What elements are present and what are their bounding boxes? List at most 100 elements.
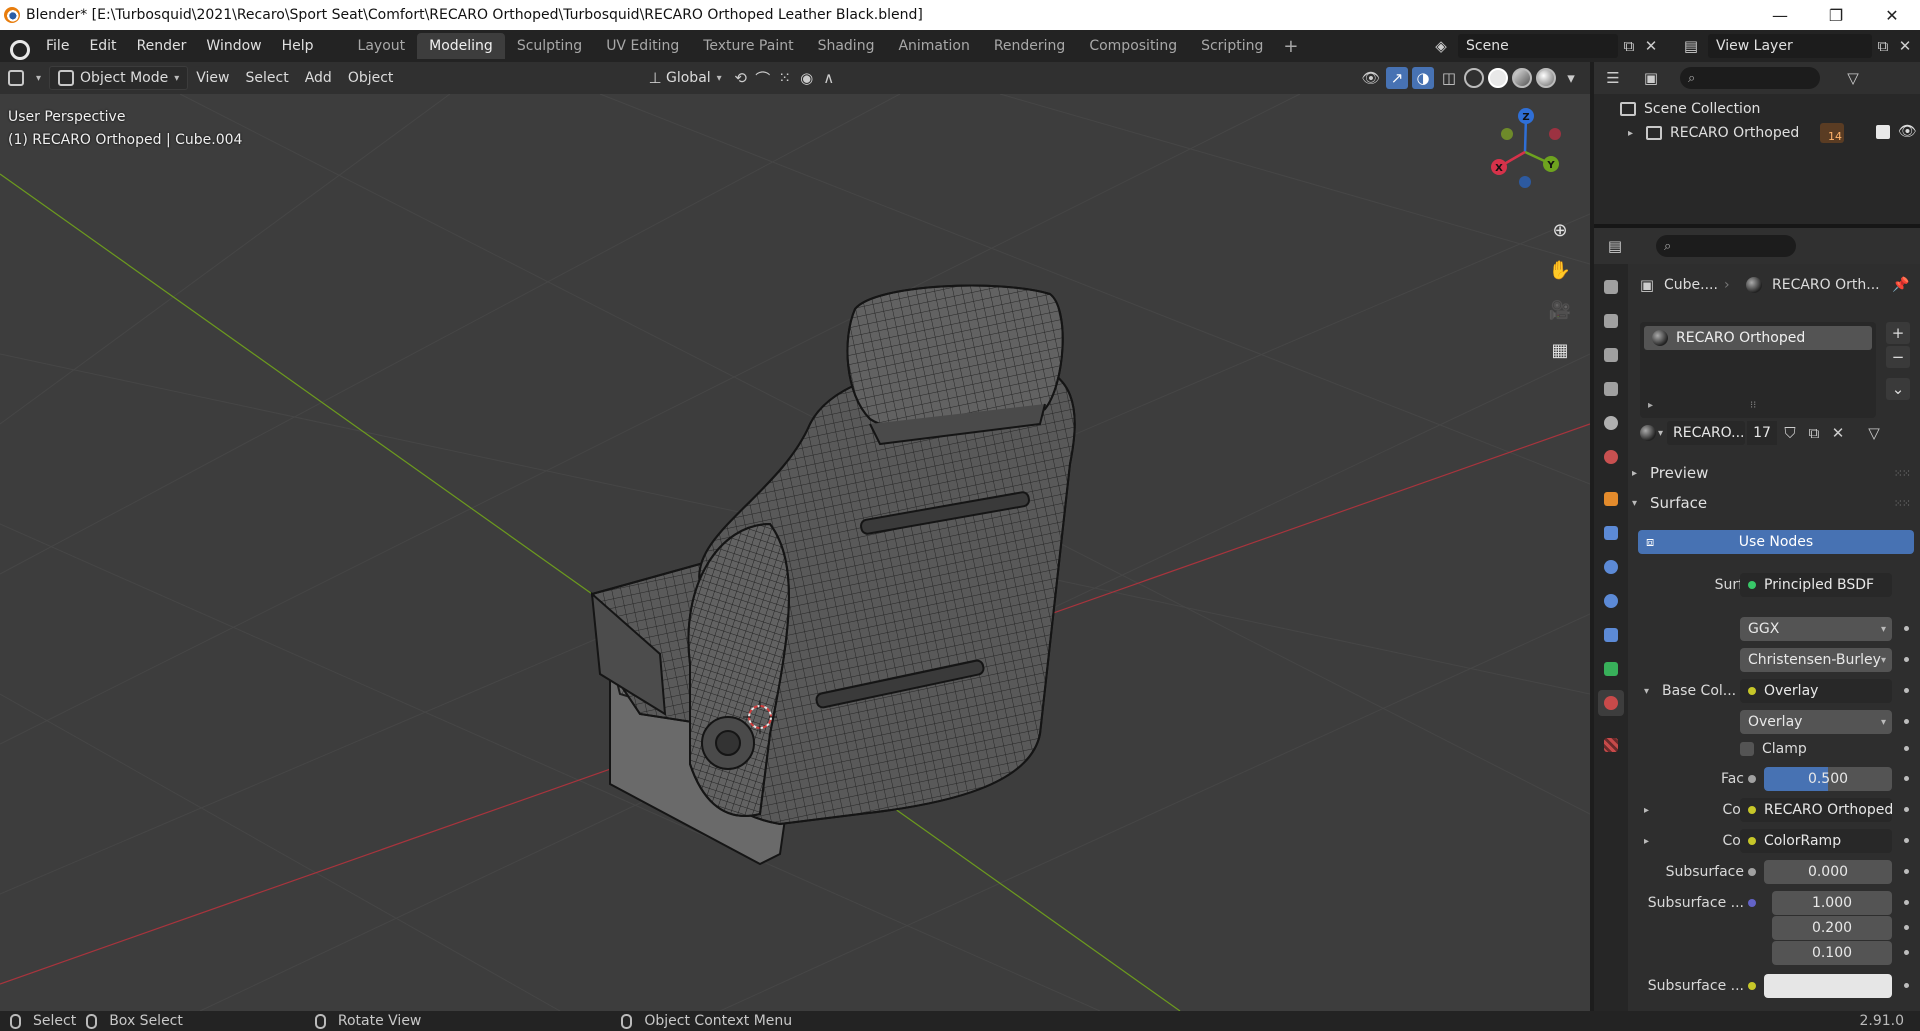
blend-type-dropdown[interactable]: Overlay ▾ bbox=[1740, 710, 1892, 734]
subsurface-field[interactable]: 0.000 bbox=[1764, 860, 1892, 884]
outliner-editor-type-icon[interactable]: ☰ bbox=[1602, 67, 1624, 89]
color2-keyframe-dot[interactable] bbox=[1904, 838, 1909, 843]
view-layer-selector[interactable]: ▤ View Layer ⧉ ✕ bbox=[1680, 33, 1916, 59]
close-button[interactable]: ✕ bbox=[1864, 0, 1920, 30]
subsurface-radius-z-field[interactable]: 0.100 bbox=[1772, 941, 1892, 965]
surface-drag-handle[interactable]: ⁙⁙ bbox=[1894, 497, 1911, 510]
navigation-gizmo[interactable]: Z Y X bbox=[1475, 104, 1575, 204]
rendered-shading-icon[interactable] bbox=[1536, 68, 1556, 88]
3d-viewport[interactable]: User Perspective (1) RECARO Orthoped | C… bbox=[0, 94, 1590, 1011]
remove-slot-button[interactable]: − bbox=[1886, 346, 1910, 368]
blender-logo-icon[interactable] bbox=[6, 35, 30, 60]
modifiers-tab-icon[interactable] bbox=[1598, 520, 1624, 546]
unlink-material-icon[interactable]: ✕ bbox=[1827, 422, 1849, 444]
color1-expand-icon[interactable]: ▸ bbox=[1644, 805, 1654, 816]
use-nodes-button[interactable]: ⧈ Use Nodes bbox=[1638, 530, 1914, 554]
tool-tab-icon[interactable] bbox=[1598, 274, 1624, 300]
clamp-keyframe-dot[interactable] bbox=[1904, 746, 1909, 751]
surface-shader-field[interactable]: Principled BSDF bbox=[1740, 573, 1892, 597]
new-view-layer-icon[interactable]: ⧉ bbox=[1872, 35, 1894, 57]
world-tab-icon[interactable] bbox=[1598, 444, 1624, 470]
base-color-keyframe-dot[interactable] bbox=[1904, 688, 1909, 693]
clamp-checkbox[interactable]: Clamp bbox=[1740, 741, 1807, 757]
subsurface-radius-y-keyframe-dot[interactable] bbox=[1904, 925, 1909, 930]
menu-select[interactable]: Select bbox=[238, 66, 297, 90]
new-scene-icon[interactable]: ⧉ bbox=[1618, 35, 1640, 57]
duplicate-material-icon[interactable]: ⧉ bbox=[1803, 422, 1825, 444]
outliner-search-input[interactable]: ⌕ bbox=[1680, 67, 1820, 89]
properties-search-input[interactable]: ⌕ bbox=[1656, 235, 1796, 257]
mode-dropdown[interactable]: Object Mode ▾ bbox=[49, 66, 189, 90]
subsurface-method-keyframe-dot[interactable] bbox=[1904, 657, 1909, 662]
material-tab-icon[interactable] bbox=[1598, 690, 1624, 716]
slot-expand-icon[interactable]: ▸ bbox=[1648, 400, 1653, 411]
tab-sculpting[interactable]: Sculpting bbox=[505, 33, 594, 59]
delete-scene-icon[interactable]: ✕ bbox=[1640, 35, 1662, 57]
display-mode-icon[interactable]: ▣ bbox=[1640, 67, 1662, 89]
view-layer-tab-icon[interactable] bbox=[1598, 376, 1624, 402]
menu-view[interactable]: View bbox=[188, 66, 237, 90]
fac-slider[interactable]: 0.500 bbox=[1764, 767, 1892, 791]
outliner-row-collection[interactable]: ▸ RECARO Orthoped 14 👁 bbox=[1594, 121, 1920, 145]
object-data-tab-icon[interactable] bbox=[1598, 656, 1624, 682]
scene-selector[interactable]: ◈ Scene ⧉ ✕ bbox=[1430, 33, 1662, 59]
outliner-row-scene-collection[interactable]: Scene Collection bbox=[1594, 97, 1920, 121]
proportional-edit-icon[interactable]: ◉ bbox=[796, 67, 818, 89]
snap-icon[interactable]: ⌒ bbox=[752, 67, 774, 89]
scene-name-field[interactable]: Scene bbox=[1458, 34, 1618, 58]
subsurface-method-dropdown[interactable]: Christensen-Burley ▾ bbox=[1740, 648, 1892, 672]
color2-expand-icon[interactable]: ▸ bbox=[1644, 836, 1654, 847]
material-users-count[interactable]: 17 bbox=[1747, 421, 1778, 445]
eye-visibility-icon[interactable]: 👁 bbox=[1898, 122, 1917, 140]
menu-render[interactable]: Render bbox=[127, 30, 197, 62]
expand-arrow-icon[interactable]: ▸ bbox=[1628, 128, 1638, 139]
fake-user-icon[interactable]: ⛉ bbox=[1779, 422, 1801, 444]
filter-icon[interactable]: ▽ bbox=[1842, 67, 1864, 89]
falloff-icon[interactable]: ∧ bbox=[818, 67, 840, 89]
menu-help[interactable]: Help bbox=[272, 30, 324, 62]
exclude-checkbox[interactable] bbox=[1876, 125, 1890, 139]
clamp-checkbox-box[interactable] bbox=[1740, 742, 1754, 756]
tab-compositing[interactable]: Compositing bbox=[1077, 33, 1189, 59]
menu-add[interactable]: Add bbox=[297, 66, 340, 90]
ortho-grid-icon[interactable]: ▦ bbox=[1544, 334, 1576, 366]
add-workspace-button[interactable]: + bbox=[1275, 36, 1306, 57]
visibility-icon[interactable]: 👁 bbox=[1360, 67, 1382, 89]
subsurface-color-swatch[interactable] bbox=[1764, 974, 1892, 998]
gizmo-toggle-icon[interactable]: ↗ bbox=[1386, 67, 1408, 89]
tab-texture-paint[interactable]: Texture Paint bbox=[691, 33, 805, 59]
delete-view-layer-icon[interactable]: ✕ bbox=[1894, 35, 1916, 57]
fac-keyframe-dot[interactable] bbox=[1904, 776, 1909, 781]
tab-modeling[interactable]: Modeling bbox=[417, 33, 505, 59]
menu-window[interactable]: Window bbox=[196, 30, 271, 62]
slot-specials-button[interactable]: ⌄ bbox=[1886, 378, 1910, 400]
color1-link-field[interactable]: RECARO Orthoped bbox=[1740, 798, 1892, 822]
maximize-button[interactable]: ❐ bbox=[1808, 0, 1864, 30]
distribution-dropdown[interactable]: GGX ▾ bbox=[1740, 617, 1892, 641]
tab-layout[interactable]: Layout bbox=[346, 33, 418, 59]
material-name-field[interactable]: RECARO... bbox=[1667, 421, 1746, 445]
camera-view-icon[interactable]: 🎥 bbox=[1544, 294, 1576, 326]
preview-panel-header[interactable]: ▸ Preview ⁙⁙ bbox=[1632, 460, 1916, 486]
constraints-tab-icon[interactable] bbox=[1598, 622, 1624, 648]
solid-shading-icon[interactable] bbox=[1488, 68, 1508, 88]
orientation-dropdown[interactable]: ⊥ Global ▾ bbox=[636, 66, 730, 90]
tab-scripting[interactable]: Scripting bbox=[1189, 33, 1275, 59]
subsurface-keyframe-dot[interactable] bbox=[1904, 869, 1909, 874]
panel-drag-handle[interactable]: ⁙⁙ bbox=[1894, 467, 1911, 480]
blend-type-keyframe-dot[interactable] bbox=[1904, 719, 1909, 724]
subsurface-radius-x-field[interactable]: 1.000 bbox=[1772, 891, 1892, 915]
view-layer-icon[interactable]: ▤ bbox=[1680, 35, 1702, 57]
pan-hand-icon[interactable]: ✋ bbox=[1544, 254, 1576, 286]
object-tab-icon[interactable] bbox=[1598, 486, 1624, 512]
viewport-scene[interactable] bbox=[0, 94, 1590, 1011]
tab-uv-editing[interactable]: UV Editing bbox=[594, 33, 691, 59]
zoom-icon[interactable]: ⊕ bbox=[1544, 214, 1576, 246]
pivot-icon[interactable]: ⟲ bbox=[730, 67, 752, 89]
overlay-toggle-icon[interactable]: ◑ bbox=[1412, 67, 1434, 89]
pin-icon[interactable]: 📌 bbox=[1892, 277, 1909, 293]
tab-animation[interactable]: Animation bbox=[886, 33, 981, 59]
particles-tab-icon[interactable] bbox=[1598, 554, 1624, 580]
render-tab-icon[interactable] bbox=[1598, 308, 1624, 334]
scene-tab-icon[interactable] bbox=[1598, 410, 1624, 436]
